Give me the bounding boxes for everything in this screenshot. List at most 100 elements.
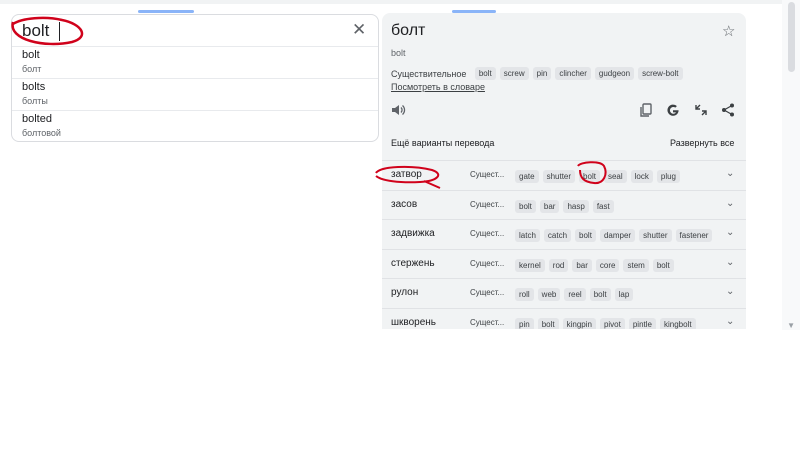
synonym-chip[interactable]: clincher — [555, 67, 591, 81]
alternative-row[interactable]: затвор Сущест... gate shutter bolt seal lock pl… — [382, 160, 746, 190]
source-panel: ✕ bolt болт bolts болты bolted болтовой — [11, 14, 379, 142]
source-text-input[interactable] — [22, 20, 322, 42]
back-translation-chip[interactable]: plug — [656, 170, 680, 184]
alternative-chips: latch catch bolt damper shutter fastener — [515, 227, 717, 245]
alternative-part-of-speech: Сущест... — [470, 199, 505, 209]
alternative-row[interactable]: стержень Сущест... kernel rod bar core stem bol… — [382, 248, 746, 279]
back-translation-chip[interactable]: web — [537, 288, 561, 302]
google-icon[interactable] — [665, 102, 681, 118]
chevron-down-icon[interactable]: ⌄ — [726, 316, 734, 327]
alternative-chips: kernel rod bar core stem bolt — [515, 257, 717, 275]
chevron-down-icon[interactable]: ⌄ — [726, 168, 734, 179]
back-translation-chip[interactable]: shutter — [639, 229, 672, 243]
back-translation-chip[interactable]: lock — [630, 170, 653, 184]
alternative-word: шкворень — [391, 316, 437, 328]
synonym-chip[interactable]: bolt — [474, 67, 496, 81]
back-translation-chip[interactable]: pin — [515, 317, 534, 329]
back-translation-chip[interactable]: kernel — [515, 258, 545, 272]
back-translation-chip[interactable]: roll — [515, 288, 534, 302]
dictionary-link[interactable]: Посмотреть в словаре — [391, 82, 485, 92]
back-translation-chip[interactable]: bolt — [579, 170, 600, 184]
back-translation-chip[interactable]: bar — [539, 199, 560, 213]
alternative-chips: roll web reel bolt lap — [515, 286, 717, 304]
back-translation-chip[interactable]: seal — [603, 170, 627, 184]
alternative-part-of-speech: Сущест... — [470, 317, 505, 327]
close-icon[interactable]: ✕ — [352, 21, 366, 39]
back-translation-chip[interactable]: lap — [614, 288, 634, 302]
browser-top-bar — [0, 0, 800, 4]
back-translation-chip[interactable]: damper — [599, 229, 636, 243]
alternative-part-of-speech: Сущест... — [470, 229, 505, 238]
transliteration: bolt — [391, 48, 406, 58]
chevron-down-icon[interactable]: ⌄ — [726, 227, 734, 238]
scroll-down-arrow-icon[interactable]: ▼ — [787, 322, 795, 330]
suggestion-item[interactable]: bolted болтовой — [12, 111, 378, 141]
back-translation-chip[interactable]: bolt — [589, 288, 611, 302]
synonym-chip[interactable]: screw-bolt — [638, 67, 683, 81]
alternative-chips: gate shutter bolt seal lock plug — [515, 168, 717, 186]
synonyms-row: Существительное bolt screw pin clincher gudg… — [391, 65, 687, 81]
share-icon[interactable] — [720, 102, 736, 118]
speaker-icon[interactable] — [390, 102, 406, 118]
alternative-word: задвижка — [391, 228, 435, 239]
back-translation-chip[interactable]: reel — [564, 288, 586, 302]
alternative-row[interactable]: задвижка Сущест... latch catch bolt damper shu… — [382, 219, 746, 249]
scrollbar[interactable]: ▼ — [782, 0, 800, 330]
alternative-word: рулон — [391, 287, 419, 298]
back-translation-chip[interactable]: rod — [548, 258, 569, 272]
translation-panel: болт ☆ bolt Существительное bolt screw pin… — [382, 13, 746, 125]
suggestion-word: bolt — [22, 49, 40, 61]
synonym-chip[interactable]: screw — [499, 67, 529, 81]
back-translation-chip[interactable]: fast — [592, 199, 614, 213]
back-translation-chip[interactable]: shutter — [542, 170, 576, 184]
back-translation-chip[interactable]: bolt — [515, 199, 536, 213]
star-icon[interactable]: ☆ — [722, 22, 735, 40]
text-cursor — [59, 22, 60, 41]
part-of-speech-label: Существительное — [391, 68, 467, 79]
back-translation-chip[interactable]: bolt — [537, 317, 559, 329]
back-translation-chip[interactable]: fastener — [675, 229, 713, 243]
suggestion-item[interactable]: bolts болты — [12, 79, 378, 111]
copy-icon[interactable] — [638, 102, 654, 118]
back-translation-chip[interactable]: gate — [515, 170, 539, 184]
chevron-down-icon[interactable]: ⌄ — [726, 257, 734, 268]
suggestion-translation: болты — [22, 96, 48, 106]
alternative-part-of-speech: Сущест... — [470, 258, 505, 268]
back-translation-chip[interactable]: pivot — [599, 317, 625, 329]
translation-text: болт — [391, 22, 426, 39]
back-translation-chip[interactable]: bolt — [575, 229, 596, 243]
back-translation-chip[interactable]: kingpin — [562, 317, 596, 329]
alternative-row[interactable]: засов Сущест... bolt bar hasp fast ⌄ — [382, 189, 746, 220]
suggestion-word: bolts — [22, 81, 46, 93]
alternative-word: затвор — [391, 169, 422, 180]
alternative-word: засов — [391, 198, 418, 210]
chevron-down-icon[interactable]: ⌄ — [726, 286, 734, 297]
suggestion-translation: болтовой — [22, 128, 61, 138]
back-translation-chip[interactable]: stem — [623, 258, 649, 272]
back-translation-chip[interactable]: hasp — [563, 199, 589, 213]
alternative-chips: pin bolt kingpin pivot pintle kingbolt — [515, 316, 717, 329]
back-translation-chip[interactable]: catch — [543, 229, 572, 243]
chevron-down-icon[interactable]: ⌄ — [726, 198, 734, 209]
synonym-chip[interactable]: gudgeon — [594, 67, 635, 81]
back-translation-chip[interactable]: core — [595, 258, 620, 272]
suggestion-item[interactable]: bolt болт — [12, 47, 378, 79]
alternative-chips: bolt bar hasp fast — [515, 198, 717, 216]
suggestion-word: bolted — [22, 113, 52, 125]
scrollbar-thumb[interactable] — [788, 2, 795, 72]
synonym-chip[interactable]: pin — [532, 67, 552, 81]
expand-all-button[interactable]: Развернуть все — [670, 138, 734, 148]
alternative-row[interactable]: шкворень Сущест... pin bolt kingpin pivot pint… — [382, 307, 746, 329]
feedback-icon[interactable] — [693, 102, 709, 118]
alternative-part-of-speech: Сущест... — [470, 170, 505, 179]
back-translation-chip[interactable]: kingbolt — [659, 317, 696, 329]
alternative-word: стержень — [391, 257, 435, 269]
source-input-row: ✕ — [12, 15, 378, 47]
back-translation-chip[interactable]: bar — [572, 258, 592, 272]
back-translation-chip[interactable]: latch — [515, 229, 540, 243]
back-translation-chip[interactable]: pintle — [628, 317, 656, 329]
tab-indicator-source — [138, 10, 194, 13]
alternative-row[interactable]: рулон Сущест... roll web reel bolt lap ⌄ — [382, 278, 746, 308]
back-translation-chip[interactable]: bolt — [652, 258, 674, 272]
alternatives-header: Ещё варианты перевода — [391, 138, 495, 148]
